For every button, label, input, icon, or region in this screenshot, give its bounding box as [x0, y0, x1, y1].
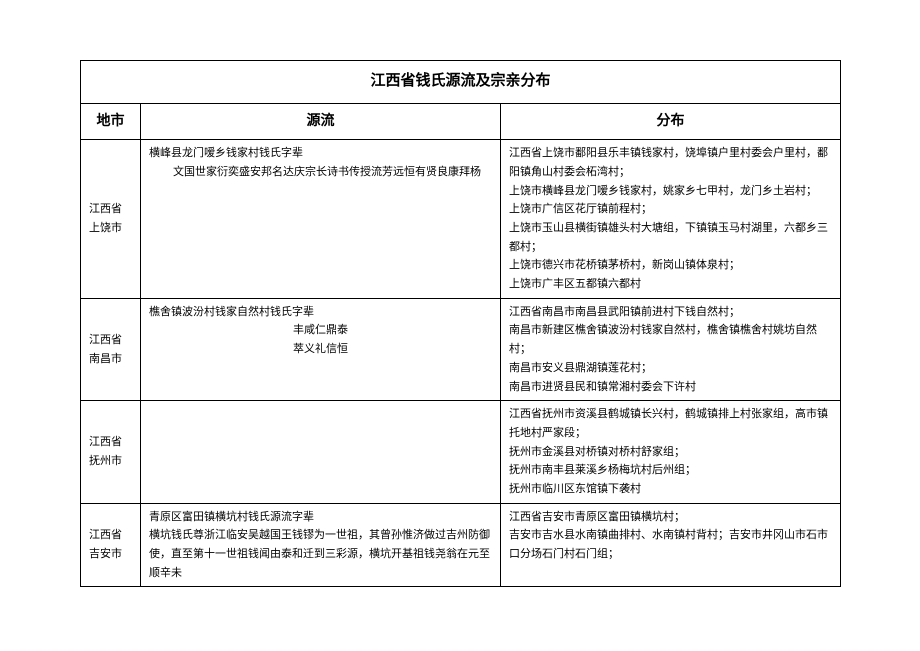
header-row: 地市 源流 分布 [81, 103, 841, 140]
source-line: 横峰县龙门嗳乡钱家村钱氏字辈 [149, 144, 492, 163]
source-line: 丰咸仁鼎泰 [149, 321, 492, 340]
region-cell: 江西省南昌市 [81, 298, 141, 400]
source-line: 横坑钱氏尊浙江临安吴越国王钱镠为一世祖，其曾孙惟济做过吉州防御使，直至第十一世祖… [149, 526, 492, 582]
table-row: 江西省南昌市 樵舍镇波汾村钱家自然村钱氏字辈 丰咸仁鼎泰 萃义礼信恒 江西省南昌… [81, 298, 841, 400]
region-cell: 江西省上饶市 [81, 140, 141, 299]
source-line: 文国世家衍奕盛安邦名达庆宗长诗书传授流芳远恒有贤良康拜杨 [149, 163, 492, 182]
distribution-cell: 江西省上饶市鄱阳县乐丰镇钱家村，饶埠镇户里村委会户里村，鄱阳镇角山村委会柘湾村；… [501, 140, 841, 299]
source-cell: 青原区富田镇横坑村钱氏源流字辈 横坑钱氏尊浙江临安吴越国王钱镠为一世祖，其曾孙惟… [141, 503, 501, 587]
source-cell: 樵舍镇波汾村钱家自然村钱氏字辈 丰咸仁鼎泰 萃义礼信恒 [141, 298, 501, 400]
region-cell: 江西省抚州市 [81, 401, 141, 503]
distribution-cell: 江西省抚州市资溪县鹤城镇长兴村，鹤城镇排上村张家组，高市镇托地村严家段；抚州市金… [501, 401, 841, 503]
title-row: 江西省钱氏源流及宗亲分布 [81, 61, 841, 104]
source-line: 青原区富田镇横坑村钱氏源流字辈 [149, 508, 492, 527]
table-row: 江西省上饶市 横峰县龙门嗳乡钱家村钱氏字辈 文国世家衍奕盛安邦名达庆宗长诗书传授… [81, 140, 841, 299]
header-distribution: 分布 [501, 103, 841, 140]
data-table: 江西省钱氏源流及宗亲分布 地市 源流 分布 江西省上饶市 横峰县龙门嗳乡钱家村钱… [80, 60, 841, 587]
region-cell: 江西省吉安市 [81, 503, 141, 587]
table-title: 江西省钱氏源流及宗亲分布 [81, 61, 841, 104]
source-cell: 横峰县龙门嗳乡钱家村钱氏字辈 文国世家衍奕盛安邦名达庆宗长诗书传授流芳远恒有贤良… [141, 140, 501, 299]
table-row: 江西省吉安市 青原区富田镇横坑村钱氏源流字辈 横坑钱氏尊浙江临安吴越国王钱镠为一… [81, 503, 841, 587]
source-line: 萃义礼信恒 [149, 340, 492, 359]
header-source: 源流 [141, 103, 501, 140]
source-cell [141, 401, 501, 503]
distribution-cell: 江西省南昌市南昌县武阳镇前进村下钱自然村；南昌市新建区樵舍镇波汾村钱家自然村，樵… [501, 298, 841, 400]
header-region: 地市 [81, 103, 141, 140]
table-row: 江西省抚州市 江西省抚州市资溪县鹤城镇长兴村，鹤城镇排上村张家组，高市镇托地村严… [81, 401, 841, 503]
distribution-cell: 江西省吉安市青原区富田镇横坑村；吉安市吉水县水南镇曲排村、水南镇村背村；吉安市井… [501, 503, 841, 587]
source-line: 樵舍镇波汾村钱家自然村钱氏字辈 [149, 303, 492, 322]
